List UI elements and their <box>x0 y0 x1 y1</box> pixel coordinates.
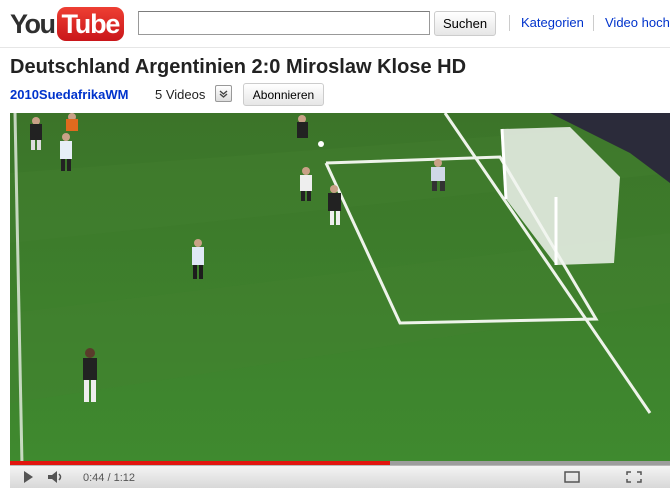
masthead: You Tube Suchen Kategorien Video hoch <box>0 0 670 48</box>
video-frame[interactable] <box>10 113 670 465</box>
youtube-logo[interactable]: You Tube <box>10 6 125 42</box>
nav-separator <box>593 15 594 31</box>
search-input[interactable] <box>138 11 430 35</box>
fullscreen-icon[interactable] <box>624 468 644 486</box>
logo-tube-text: Tube <box>56 7 125 41</box>
progress-bar[interactable] <box>10 461 670 465</box>
logo-you-text: You <box>10 8 56 39</box>
player-controls: 0:44 / 1:12 <box>10 461 670 488</box>
progress-played <box>10 461 390 465</box>
video-title: Deutschland Argentinien 2:0 Miroslaw Klo… <box>10 56 467 78</box>
chevron-down-icon <box>219 90 228 98</box>
volume-icon[interactable] <box>46 468 66 486</box>
nav-separator <box>509 15 510 31</box>
subscribe-button[interactable]: Abonnieren <box>243 83 324 106</box>
play-icon[interactable] <box>20 468 36 486</box>
video-player[interactable]: 0:44 / 1:12 <box>10 113 670 488</box>
nav-link-categories[interactable]: Kategorien <box>521 15 584 31</box>
popout-icon[interactable] <box>562 468 582 486</box>
videos-count: 5 Videos <box>155 87 206 102</box>
nav-link-upload[interactable]: Video hoch <box>605 15 670 31</box>
time-display: 0:44 / 1:12 <box>83 472 135 484</box>
ball <box>318 141 324 147</box>
videos-dropdown-button[interactable] <box>215 85 232 102</box>
search-button[interactable]: Suchen <box>434 11 496 36</box>
channel-link[interactable]: 2010SuedafrikaWM <box>10 87 129 103</box>
